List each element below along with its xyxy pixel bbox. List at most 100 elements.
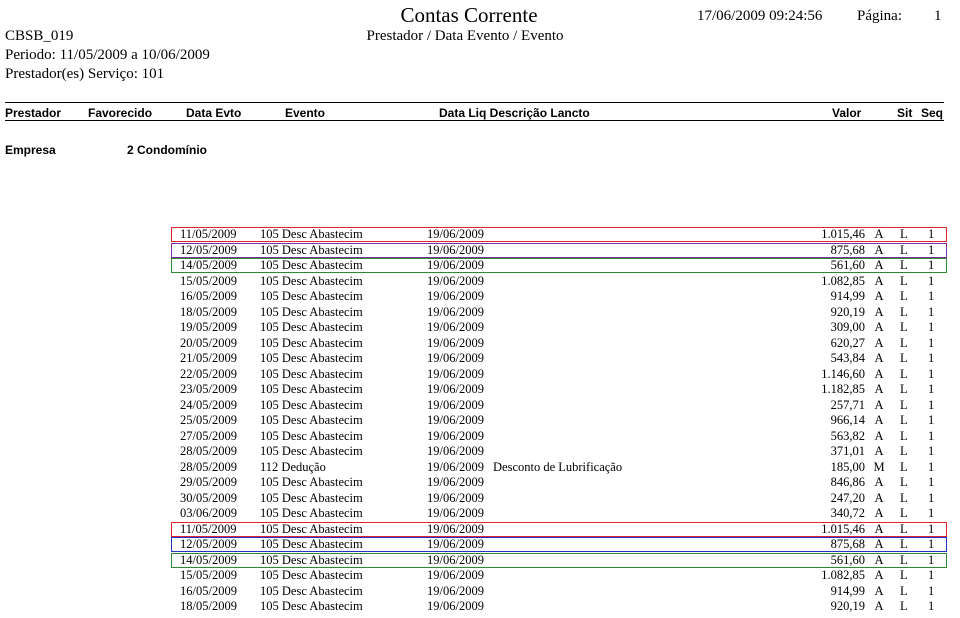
cell-status: A	[874, 320, 884, 334]
page-label: Página:	[857, 8, 902, 24]
cell-evento: 105 Desc Abastecim	[260, 320, 363, 334]
table-row: 22/05/2009 105 Desc Abastecim 19/06/2009 1.…	[0, 367, 960, 383]
cell-seq: 1	[928, 397, 935, 412]
cell-status: A	[874, 490, 884, 505]
cell-data-liq: 19/06/2009	[427, 304, 484, 319]
cell-sit: L	[900, 475, 908, 489]
cell-status: A	[874, 444, 884, 458]
cell-data-evto: 23/05/2009	[180, 382, 237, 396]
cell-data-liq: 19/06/2009	[427, 273, 484, 288]
cell-data-evto: 14/05/2009	[180, 552, 237, 567]
cell-seq: 1	[928, 583, 935, 598]
cell-data-liq: 19/06/2009	[427, 397, 484, 412]
cell-evento: 105 Desc Abastecim	[260, 583, 363, 598]
cell-data-liq: 19/06/2009	[427, 258, 484, 272]
cell-valor: 371,01	[830, 444, 865, 458]
cell-sit: L	[900, 599, 908, 613]
cell-status: A	[874, 537, 884, 551]
cell-valor: 914,99	[830, 289, 865, 303]
cell-sit: L	[900, 289, 908, 303]
cell-sit: L	[900, 366, 908, 381]
cell-seq: 1	[928, 273, 935, 288]
table-row: 14/05/2009 105 Desc Abastecim 19/06/2009 56…	[0, 258, 960, 274]
cell-valor: 875,68	[830, 537, 865, 551]
cell-valor: 563,82	[830, 428, 865, 443]
table-row: 24/05/2009 105 Desc Abastecim 19/06/2009 25…	[0, 398, 960, 414]
cell-data-evto: 11/05/2009	[180, 227, 237, 241]
cell-status: M	[873, 459, 885, 474]
col-data-evto: Data Evto	[186, 106, 242, 120]
cell-sit: L	[900, 273, 908, 288]
cell-sit: L	[900, 568, 908, 582]
col-evento: Evento	[285, 106, 326, 120]
cell-sit: L	[900, 537, 908, 551]
col-seq: Seq	[921, 106, 944, 120]
cell-status: A	[874, 289, 884, 303]
cell-evento: 105 Desc Abastecim	[260, 242, 363, 257]
cell-data-evto: 20/05/2009	[180, 335, 237, 350]
cell-sit: L	[900, 258, 908, 272]
cell-sit: L	[900, 552, 908, 567]
cell-data-evto: 11/05/2009	[180, 521, 237, 536]
cell-data-liq: 19/06/2009	[427, 599, 484, 613]
cell-status: A	[874, 304, 884, 319]
cell-status: A	[874, 258, 884, 272]
table-row: 27/05/2009 105 Desc Abastecim 19/06/2009 56…	[0, 429, 960, 445]
cell-status: A	[874, 227, 884, 241]
cell-sit: L	[900, 304, 908, 319]
table-row: 18/05/2009 105 Desc Abastecim 19/06/2009 92…	[0, 599, 960, 615]
col-data-liq-descricao: Data Liq Descrição Lancto	[439, 106, 590, 120]
cell-status: A	[874, 506, 884, 520]
cell-valor: 1.146,60	[821, 366, 865, 381]
cell-valor: 257,71	[830, 397, 865, 412]
cell-valor: 920,19	[830, 304, 865, 319]
cell-sit: L	[900, 397, 908, 412]
table-row: 12/05/2009 105 Desc Abastecim 19/06/2009 87…	[0, 537, 960, 553]
table-row: 29/05/2009 105 Desc Abastecim 19/06/2009 84…	[0, 475, 960, 491]
cell-data-evto: 16/05/2009	[180, 583, 237, 598]
cell-sit: L	[900, 444, 908, 458]
cell-seq: 1	[928, 490, 935, 505]
cell-valor: 543,84	[830, 351, 865, 365]
cell-seq: 1	[928, 552, 935, 567]
cell-evento: 105 Desc Abastecim	[260, 490, 363, 505]
table-row: 16/05/2009 105 Desc Abastecim 19/06/2009 91…	[0, 289, 960, 305]
table-row: 30/05/2009 105 Desc Abastecim 19/06/2009 24…	[0, 491, 960, 507]
cell-status: A	[874, 366, 884, 381]
cell-evento: 105 Desc Abastecim	[260, 413, 363, 427]
cell-evento: 105 Desc Abastecim	[260, 428, 363, 443]
cell-data-liq: 19/06/2009	[427, 568, 484, 582]
table-row: 20/05/2009 105 Desc Abastecim 19/06/2009 62…	[0, 336, 960, 352]
group-label: Empresa	[5, 143, 56, 157]
report-period: Periodo: 11/05/2009 a 10/06/2009	[5, 47, 210, 63]
table-row: 18/05/2009 105 Desc Abastecim 19/06/2009 92…	[0, 305, 960, 321]
cell-data-liq: 19/06/2009	[427, 521, 484, 536]
cell-data-evto: 03/06/2009	[180, 506, 237, 520]
cell-sit: L	[900, 428, 908, 443]
col-favorecido: Favorecido	[88, 106, 153, 120]
cell-valor: 1.015,46	[821, 521, 865, 536]
cell-data-liq: 19/06/2009	[427, 242, 484, 257]
report-prestador-servico: Prestador(es) Serviço: 101	[5, 66, 165, 82]
cell-seq: 1	[928, 413, 935, 427]
cell-data-evto: 29/05/2009	[180, 475, 237, 489]
cell-evento: 105 Desc Abastecim	[260, 475, 363, 489]
cell-data-evto: 19/05/2009	[180, 320, 237, 334]
table-row: 28/05/2009 105 Desc Abastecim 19/06/2009 37…	[0, 444, 960, 460]
cell-evento: 105 Desc Abastecim	[260, 599, 363, 613]
cell-seq: 1	[928, 537, 935, 551]
table-row: 19/05/2009 105 Desc Abastecim 19/06/2009 30…	[0, 320, 960, 336]
cell-data-liq: 19/06/2009	[427, 490, 484, 505]
table-row: 15/05/2009 105 Desc Abastecim 19/06/2009 1.…	[0, 274, 960, 290]
cell-data-liq: 19/06/2009	[427, 366, 484, 381]
cell-seq: 1	[928, 242, 935, 257]
cell-data-evto: 18/05/2009	[180, 599, 237, 613]
table-row: 11/05/2009 105 Desc Abastecim 19/06/2009 1.…	[0, 227, 960, 243]
cell-evento: 105 Desc Abastecim	[260, 289, 363, 303]
cell-status: A	[874, 428, 884, 443]
cell-evento: 105 Desc Abastecim	[260, 273, 363, 288]
cell-status: A	[874, 351, 884, 365]
cell-data-evto: 14/05/2009	[180, 258, 237, 272]
cell-evento: 112 Dedução	[260, 459, 326, 474]
cell-data-evto: 30/05/2009	[180, 490, 237, 505]
